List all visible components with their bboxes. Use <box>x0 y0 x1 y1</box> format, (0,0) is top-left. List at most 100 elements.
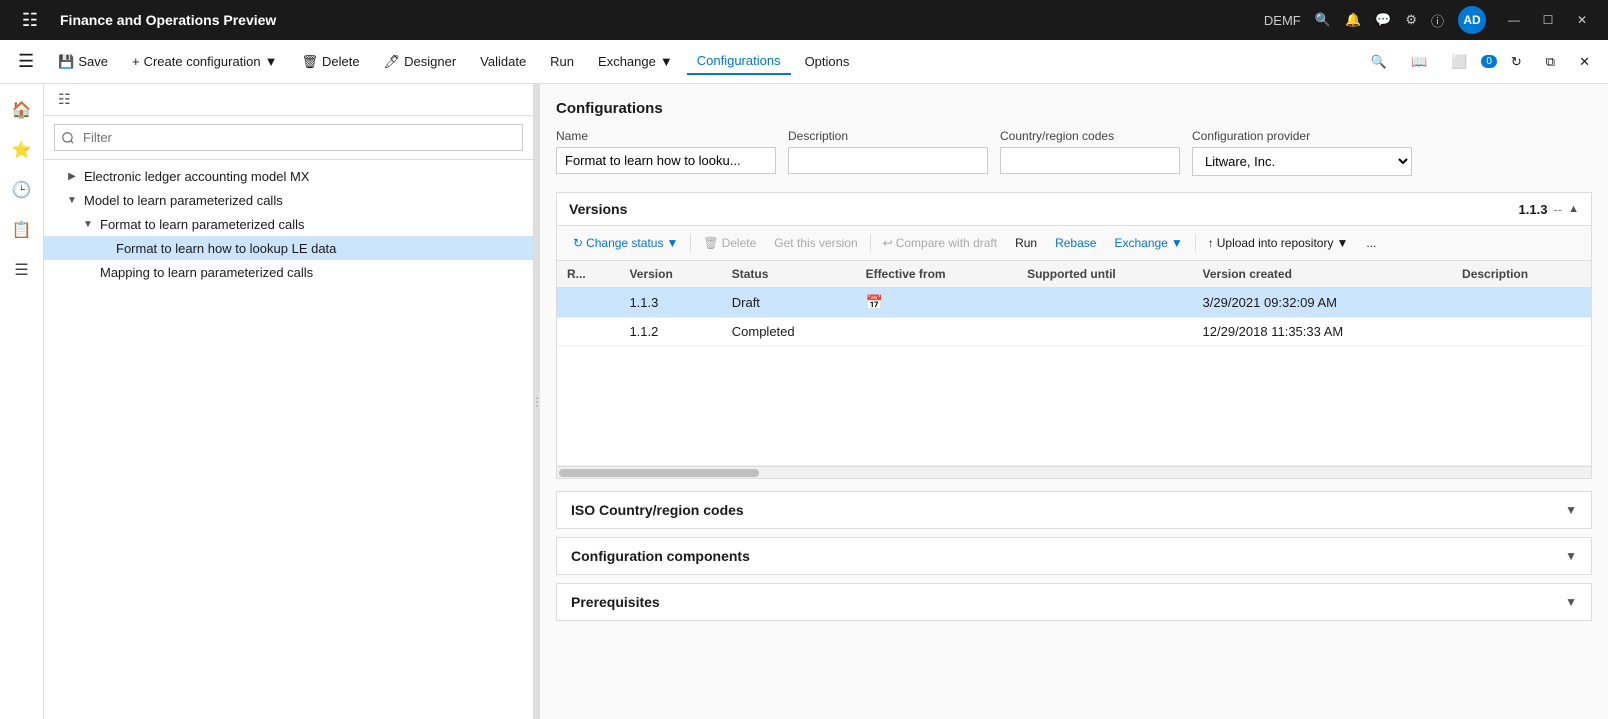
home-icon[interactable]: 🏠 <box>4 92 40 128</box>
delete-icon: 🗑 <box>302 54 319 70</box>
name-field: Name <box>556 129 776 174</box>
col-effective-from: Effective from <box>856 261 1018 288</box>
filter-button[interactable]: ☷ <box>52 88 77 111</box>
collapse-icon: ▼ <box>80 216 96 232</box>
expand-icon: ▶ <box>64 168 80 184</box>
components-label: Configuration components <box>571 548 750 564</box>
col-status: Status <box>722 261 856 288</box>
settings-icon[interactable]: ⚙ <box>1405 12 1417 28</box>
rebase-button[interactable]: Rebase <box>1047 232 1104 254</box>
description-input[interactable] <box>788 147 988 174</box>
run-button[interactable]: Run <box>540 49 584 74</box>
compare-with-draft-button[interactable]: ↩ Compare with draft <box>875 232 1005 254</box>
version-number: 1.1.3 <box>1519 202 1548 217</box>
filter-input[interactable] <box>54 124 523 151</box>
create-configuration-button[interactable]: + Create configuration ▼ <box>122 49 288 74</box>
upload-icon: ↑ <box>1208 236 1214 250</box>
refresh-button[interactable]: ↻ <box>1501 49 1532 75</box>
change-status-button[interactable]: ↻ Change status ▼ <box>565 232 686 254</box>
country-region-input[interactable] <box>1000 147 1180 174</box>
horizontal-scrollbar[interactable] <box>557 466 1591 478</box>
help-icon[interactable]: ⓘ <box>1431 11 1444 30</box>
chat-icon[interactable]: 💬 <box>1375 12 1391 28</box>
title-bar: ☷ Finance and Operations Preview DEMF 🔍 … <box>0 0 1608 40</box>
search-icon[interactable]: 🔍 <box>1315 12 1331 28</box>
prerequisites-header[interactable]: Prerequisites ▼ <box>557 584 1591 620</box>
scroll-thumb[interactable] <box>559 469 759 477</box>
configurations-button[interactable]: Configurations <box>687 48 791 75</box>
tree-item-electronic-ledger[interactable]: ▶ Electronic ledger accounting model MX <box>44 164 533 188</box>
iso-section: ISO Country/region codes ▼ <box>556 491 1592 529</box>
cell-supported-until <box>1017 318 1192 346</box>
notification-badge: 0 <box>1481 55 1497 68</box>
col-r: R... <box>557 261 619 288</box>
toolbar-close-button[interactable]: ✕ <box>1569 49 1600 75</box>
version-dash: -- <box>1553 202 1562 217</box>
cell-version: 1.1.3 <box>619 288 721 318</box>
config-provider-field: Configuration provider Litware, Inc. <box>1192 129 1412 176</box>
close-button[interactable]: ✕ <box>1568 6 1596 34</box>
more-options-button[interactable]: ... <box>1358 232 1384 254</box>
exchange-button[interactable]: Exchange ▼ <box>588 49 683 74</box>
cell-version-created: 3/29/2021 09:32:09 AM <box>1193 288 1453 318</box>
save-button[interactable]: 💾 Save <box>48 49 118 75</box>
minimize-button[interactable]: ― <box>1500 6 1528 34</box>
favorites-icon[interactable]: ⭐ <box>4 132 40 168</box>
maximize-button[interactable]: ☐ <box>1534 6 1562 34</box>
collapse-icon: ▼ <box>64 192 80 208</box>
chevron-down-icon: ▼ <box>1565 503 1577 517</box>
tree-item-mapping-parameterized[interactable]: Mapping to learn parameterized calls <box>44 260 533 284</box>
delete-button[interactable]: 🗑 Delete <box>292 49 370 75</box>
iso-label: ISO Country/region codes <box>571 502 744 518</box>
table-row[interactable]: 1.1.2 Completed 12/29/2018 11:35:33 AM <box>557 318 1591 346</box>
tree-item-format-lookup[interactable]: Format to learn how to lookup LE data <box>44 236 533 260</box>
restore-button[interactable]: ⧉ <box>1536 49 1565 75</box>
cell-description <box>1452 288 1591 318</box>
grid-menu-button[interactable]: ☷ <box>12 2 48 38</box>
hamburger-button[interactable]: ☰ <box>8 46 44 77</box>
cell-description <box>1452 318 1591 346</box>
config-provider-select[interactable]: Litware, Inc. <box>1192 147 1412 176</box>
name-input[interactable] <box>556 147 776 174</box>
user-label: DEMF <box>1264 13 1301 28</box>
tree-item-label: Format to learn parameterized calls <box>100 217 525 232</box>
versions-table-container: R... Version Status Effective from Suppo… <box>557 261 1591 466</box>
iso-header[interactable]: ISO Country/region codes ▼ <box>557 492 1591 528</box>
toolbar-search-button[interactable]: 🔍 <box>1361 49 1397 75</box>
panel-toggle-button[interactable]: ⬜ <box>1441 49 1477 75</box>
compare-icon: ↩ <box>883 236 893 250</box>
expand-icon <box>80 264 96 280</box>
modules-icon[interactable]: ☰ <box>4 252 40 288</box>
delete-icon: 🗑 <box>703 236 718 250</box>
main-toolbar: ☰ 💾 Save + Create configuration ▼ 🗑 Dele… <box>0 40 1608 84</box>
book-icon[interactable]: 📖 <box>1401 49 1437 75</box>
versions-exchange-button[interactable]: Exchange ▼ <box>1106 232 1190 254</box>
get-this-version-button[interactable]: Get this version <box>766 232 865 254</box>
options-button[interactable]: Options <box>795 49 860 74</box>
workspaces-icon[interactable]: 📋 <box>4 212 40 248</box>
cell-version-created: 12/29/2018 11:35:33 AM <box>1193 318 1453 346</box>
chevron-down-icon: ▼ <box>666 236 678 250</box>
designer-button[interactable]: 🖊 Designer <box>374 49 467 75</box>
country-region-field: Country/region codes <box>1000 129 1180 174</box>
chevron-down-icon: ▼ <box>1171 236 1183 250</box>
recent-icon[interactable]: 🕒 <box>4 172 40 208</box>
versions-chevron-up[interactable]: ▲ <box>1568 203 1579 215</box>
tree-item-format-parameterized[interactable]: ▼ Format to learn parameterized calls <box>44 212 533 236</box>
configuration-form: Name Description Country/region codes Co… <box>556 129 1592 176</box>
table-row[interactable]: 1.1.3 Draft 📅 3/29/2021 09:32:09 AM <box>557 288 1591 318</box>
tree-item-model-parameterized[interactable]: ▼ Model to learn parameterized calls <box>44 188 533 212</box>
notifications-icon[interactable]: 🔔 <box>1345 12 1361 28</box>
versions-run-button[interactable]: Run <box>1007 232 1045 254</box>
designer-icon: 🖊 <box>384 54 401 70</box>
calendar-icon[interactable]: 📅 <box>866 294 883 310</box>
upload-into-repository-button[interactable]: ↑ Upload into repository ▼ <box>1200 232 1357 254</box>
components-header[interactable]: Configuration components ▼ <box>557 538 1591 574</box>
versions-title: Versions <box>569 201 627 217</box>
cell-supported-until <box>1017 288 1192 318</box>
versions-delete-button[interactable]: 🗑 Delete <box>695 232 764 254</box>
prerequisites-section: Prerequisites ▼ <box>556 583 1592 621</box>
avatar[interactable]: AD <box>1458 6 1486 34</box>
validate-button[interactable]: Validate <box>470 49 536 74</box>
refresh-icon: ↻ <box>573 236 583 250</box>
